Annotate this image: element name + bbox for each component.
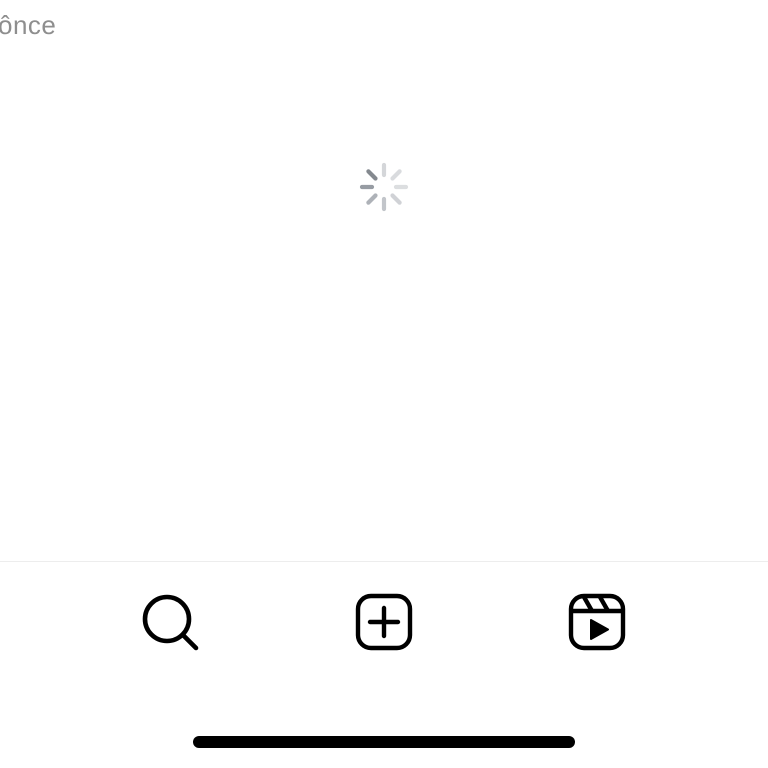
tab-search[interactable] (140, 594, 200, 654)
create-post-icon (354, 592, 414, 657)
home-indicator (193, 736, 575, 748)
search-icon (140, 592, 200, 657)
app-screen: ônce (0, 0, 768, 768)
reels-icon (567, 592, 627, 657)
truncated-header-label: ônce (0, 10, 57, 40)
loading-spinner-icon (358, 161, 410, 213)
bottom-tab-bar (0, 561, 768, 682)
tab-create-post[interactable] (354, 592, 414, 657)
tab-reels[interactable] (567, 592, 627, 657)
